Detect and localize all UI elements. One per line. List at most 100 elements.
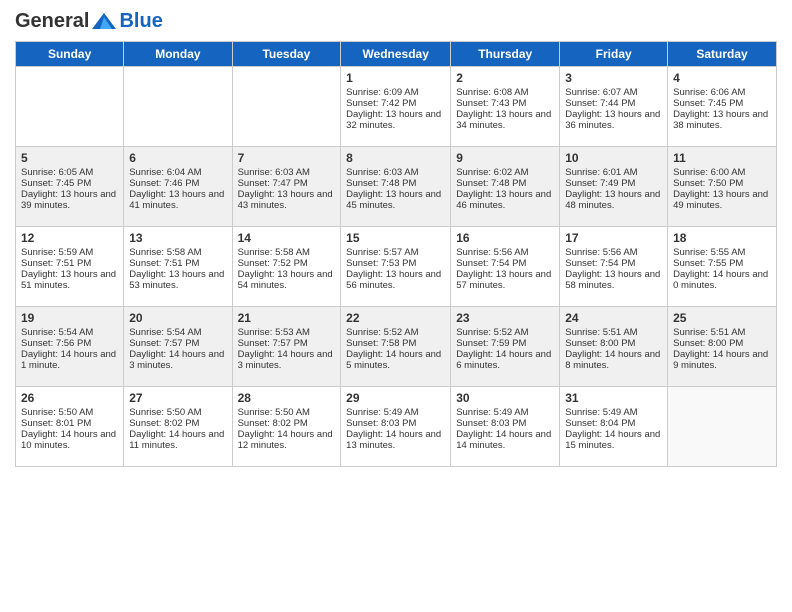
daylight-text: Daylight: 14 hours and 10 minutes. xyxy=(21,429,118,451)
sunrise-text: Sunrise: 5:49 AM xyxy=(456,407,554,418)
sunset-text: Sunset: 8:04 PM xyxy=(565,418,662,429)
sunrise-text: Sunrise: 5:58 AM xyxy=(129,247,226,258)
calendar-cell: 26Sunrise: 5:50 AMSunset: 8:01 PMDayligh… xyxy=(16,387,124,467)
calendar-cell: 22Sunrise: 5:52 AMSunset: 7:58 PMDayligh… xyxy=(341,307,451,387)
daylight-text: Daylight: 14 hours and 14 minutes. xyxy=(456,429,554,451)
day-number: 20 xyxy=(129,311,226,325)
day-number: 11 xyxy=(673,151,771,165)
calendar-cell: 9Sunrise: 6:02 AMSunset: 7:48 PMDaylight… xyxy=(451,147,560,227)
calendar: SundayMondayTuesdayWednesdayThursdayFrid… xyxy=(15,41,777,467)
sunset-text: Sunset: 7:52 PM xyxy=(238,258,336,269)
sunset-text: Sunset: 7:48 PM xyxy=(346,178,445,189)
sunset-text: Sunset: 7:49 PM xyxy=(565,178,662,189)
day-number: 6 xyxy=(129,151,226,165)
week-row-1: 1Sunrise: 6:09 AMSunset: 7:42 PMDaylight… xyxy=(16,67,777,147)
sunrise-text: Sunrise: 5:53 AM xyxy=(238,327,336,338)
daylight-text: Daylight: 13 hours and 41 minutes. xyxy=(129,189,226,211)
sunset-text: Sunset: 8:00 PM xyxy=(565,338,662,349)
sunrise-text: Sunrise: 5:56 AM xyxy=(565,247,662,258)
weekday-header-thursday: Thursday xyxy=(451,42,560,67)
day-number: 2 xyxy=(456,71,554,85)
daylight-text: Daylight: 13 hours and 53 minutes. xyxy=(129,269,226,291)
day-number: 21 xyxy=(238,311,336,325)
calendar-cell: 11Sunrise: 6:00 AMSunset: 7:50 PMDayligh… xyxy=(668,147,777,227)
weekday-header-friday: Friday xyxy=(560,42,668,67)
sunrise-text: Sunrise: 5:51 AM xyxy=(565,327,662,338)
sunset-text: Sunset: 8:03 PM xyxy=(456,418,554,429)
calendar-cell: 20 Sunrise: 5:54 AMSunset: 7:57 PMDayligh… xyxy=(124,307,232,387)
sunrise-text: Sunrise: 5:54 AM xyxy=(129,327,226,338)
calendar-cell: 8Sunrise: 6:03 AMSunset: 7:48 PMDaylight… xyxy=(341,147,451,227)
daylight-text: Daylight: 13 hours and 51 minutes. xyxy=(21,269,118,291)
calendar-cell: 14Sunrise: 5:58 AMSunset: 7:52 PMDayligh… xyxy=(232,227,341,307)
sunset-text: Sunset: 7:54 PM xyxy=(456,258,554,269)
weekday-header-monday: Monday xyxy=(124,42,232,67)
sunset-text: Sunset: 7:53 PM xyxy=(346,258,445,269)
day-number: 17 xyxy=(565,231,662,245)
calendar-cell: 16Sunrise: 5:56 AMSunset: 7:54 PMDayligh… xyxy=(451,227,560,307)
daylight-text: Daylight: 13 hours and 34 minutes. xyxy=(456,109,554,131)
logo-blue: Blue xyxy=(119,10,162,33)
sunrise-text: Sunrise: 5:55 AM xyxy=(673,247,771,258)
sunrise-text: Sunrise: 6:03 AM xyxy=(238,167,336,178)
calendar-cell: 13Sunrise: 5:58 AMSunset: 7:51 PMDayligh… xyxy=(124,227,232,307)
day-number: 7 xyxy=(238,151,336,165)
sunset-text: Sunset: 7:44 PM xyxy=(565,98,662,109)
sunrise-text: Sunrise: 6:08 AM xyxy=(456,87,554,98)
day-number: 15 xyxy=(346,231,445,245)
day-number: 10 xyxy=(565,151,662,165)
daylight-text: Daylight: 13 hours and 43 minutes. xyxy=(238,189,336,211)
daylight-text: Daylight: 14 hours and 3 minutes. xyxy=(238,349,336,371)
sunset-text: Sunset: 8:02 PM xyxy=(238,418,336,429)
daylight-text: Daylight: 14 hours and 5 minutes. xyxy=(346,349,445,371)
calendar-cell: 7Sunrise: 6:03 AMSunset: 7:47 PMDaylight… xyxy=(232,147,341,227)
sunrise-text: Sunrise: 5:58 AM xyxy=(238,247,336,258)
daylight-text: Daylight: 14 hours and 0 minutes. xyxy=(673,269,771,291)
day-number: 3 xyxy=(565,71,662,85)
day-number: 9 xyxy=(456,151,554,165)
daylight-text: Daylight: 13 hours and 57 minutes. xyxy=(456,269,554,291)
daylight-text: Daylight: 13 hours and 38 minutes. xyxy=(673,109,771,131)
sunrise-text: Sunrise: 5:59 AM xyxy=(21,247,118,258)
sunrise-text: Sunrise: 6:09 AM xyxy=(346,87,445,98)
logo: General Blue xyxy=(15,10,163,33)
logo-general: General xyxy=(15,10,89,33)
sunset-text: Sunset: 7:55 PM xyxy=(673,258,771,269)
daylight-text: Daylight: 14 hours and 13 minutes. xyxy=(346,429,445,451)
day-number: 23 xyxy=(456,311,554,325)
calendar-cell xyxy=(232,67,341,147)
daylight-text: Daylight: 14 hours and 15 minutes. xyxy=(565,429,662,451)
header: General Blue xyxy=(15,10,777,33)
daylight-text: Daylight: 14 hours and 6 minutes. xyxy=(456,349,554,371)
day-number: 19 xyxy=(21,311,118,325)
sunrise-text: Sunrise: 5:54 AM xyxy=(21,327,118,338)
daylight-text: Daylight: 13 hours and 56 minutes. xyxy=(346,269,445,291)
week-row-4: 19Sunrise: 5:54 AMSunset: 7:56 PMDayligh… xyxy=(16,307,777,387)
calendar-cell: 2Sunrise: 6:08 AMSunset: 7:43 PMDaylight… xyxy=(451,67,560,147)
daylight-text: Daylight: 13 hours and 46 minutes. xyxy=(456,189,554,211)
sunset-text: Sunset: 7:45 PM xyxy=(21,178,118,189)
sunset-text: Sunset: 7:57 PM xyxy=(129,338,226,349)
day-number: 13 xyxy=(129,231,226,245)
weekday-header-tuesday: Tuesday xyxy=(232,42,341,67)
day-number: 1 xyxy=(346,71,445,85)
sunset-text: Sunset: 8:01 PM xyxy=(21,418,118,429)
daylight-text: Daylight: 13 hours and 48 minutes. xyxy=(565,189,662,211)
daylight-text: Daylight: 14 hours and 3 minutes. xyxy=(129,349,226,371)
day-number: 8 xyxy=(346,151,445,165)
calendar-cell: 17Sunrise: 5:56 AMSunset: 7:54 PMDayligh… xyxy=(560,227,668,307)
daylight-text: Daylight: 14 hours and 9 minutes. xyxy=(673,349,771,371)
daylight-text: Daylight: 13 hours and 32 minutes. xyxy=(346,109,445,131)
logo-icon xyxy=(90,11,118,33)
daylight-text: Daylight: 13 hours and 54 minutes. xyxy=(238,269,336,291)
sunrise-text: Sunrise: 6:06 AM xyxy=(673,87,771,98)
sunset-text: Sunset: 8:00 PM xyxy=(673,338,771,349)
calendar-cell xyxy=(668,387,777,467)
calendar-cell: 21Sunrise: 5:53 AMSunset: 7:57 PMDayligh… xyxy=(232,307,341,387)
calendar-cell xyxy=(124,67,232,147)
calendar-cell: 1Sunrise: 6:09 AMSunset: 7:42 PMDaylight… xyxy=(341,67,451,147)
calendar-cell: 4Sunrise: 6:06 AMSunset: 7:45 PMDaylight… xyxy=(668,67,777,147)
day-number: 26 xyxy=(21,391,118,405)
day-number: 30 xyxy=(456,391,554,405)
sunrise-text: Sunrise: 6:07 AM xyxy=(565,87,662,98)
